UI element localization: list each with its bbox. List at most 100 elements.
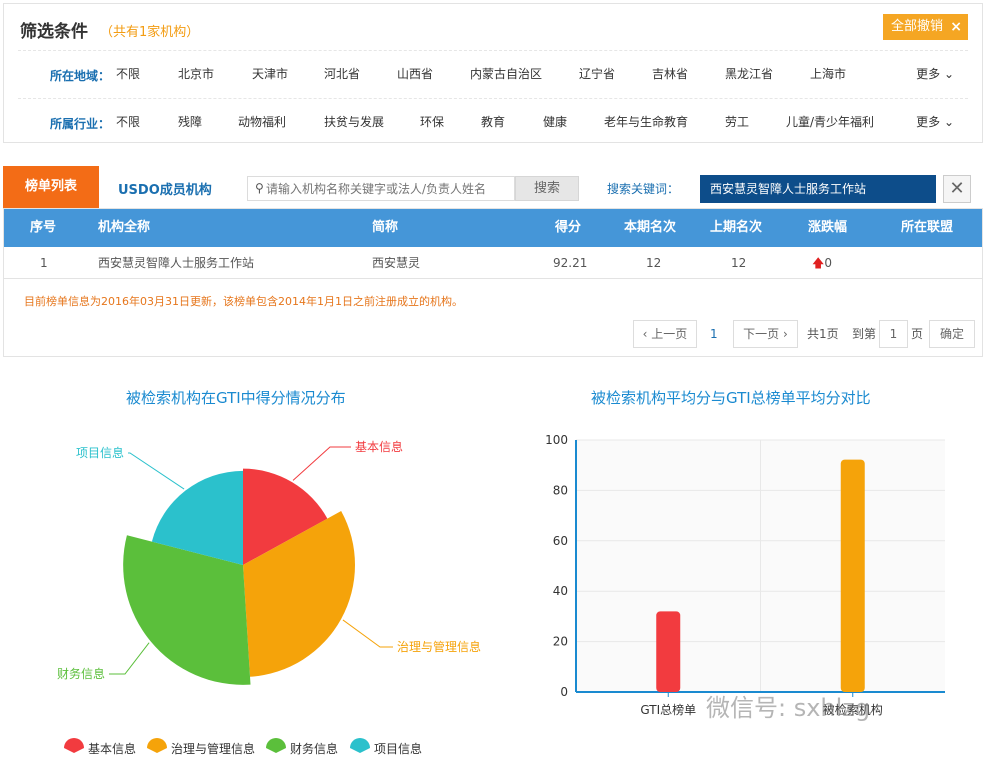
industry-option[interactable]: 动物福利 xyxy=(238,113,286,130)
col-header: 所在联盟 xyxy=(901,220,954,235)
y-tick-label: 0 xyxy=(560,685,568,699)
filter-count: （共有1家机构） xyxy=(100,25,200,40)
search-input[interactable] xyxy=(266,179,511,198)
industry-option[interactable]: 教育 xyxy=(481,113,505,130)
search-icon: ⚲ xyxy=(255,181,264,195)
chevron-left-icon: ‹ xyxy=(642,327,652,341)
pie-slice-label: 治理与管理信息 xyxy=(397,639,481,654)
cell-rank-prev: 12 xyxy=(731,256,747,270)
next-label: 下一页 xyxy=(743,327,780,341)
tab-ranking[interactable]: 榜单列表 xyxy=(3,166,99,208)
cell-score: 92.21 xyxy=(553,256,588,270)
chevron-right-icon: › xyxy=(779,327,788,341)
prev-page-button[interactable]: ‹ 上一页 xyxy=(633,320,697,348)
y-tick-label: 40 xyxy=(553,584,568,598)
arrow-up-icon: 🡅 xyxy=(812,256,825,270)
pie-label-line xyxy=(128,452,185,490)
legend-swatch[interactable] xyxy=(266,738,286,753)
region-option[interactable]: 河北省 xyxy=(324,65,360,82)
region-more[interactable]: 更多 ⌄ xyxy=(916,65,954,82)
region-option[interactable]: 山西省 xyxy=(397,65,433,82)
industry-label: 所属行业： xyxy=(50,117,111,131)
keyword-value: 西安慧灵智障人士服务工作站 xyxy=(700,175,936,203)
pie-slice-label: 财务信息 xyxy=(57,666,105,681)
region-option[interactable]: 不限 xyxy=(116,65,140,82)
industry-option[interactable]: 不限 xyxy=(116,113,140,130)
more-label: 更多 xyxy=(916,67,941,81)
industry-option[interactable]: 健康 xyxy=(543,113,567,130)
col-header: 机构全称 xyxy=(98,220,151,235)
region-option[interactable]: 黑龙江省 xyxy=(725,65,773,82)
prev-label: 上一页 xyxy=(651,327,688,341)
y-tick-label: 60 xyxy=(553,534,568,548)
search-button[interactable]: 搜索 xyxy=(515,176,579,201)
goto-suffix: 页 xyxy=(911,327,924,341)
legend-label[interactable]: 治理与管理信息 xyxy=(171,741,255,756)
cell-change: 🡅0 xyxy=(812,247,832,279)
region-option[interactable]: 上海市 xyxy=(810,65,846,82)
change-value: 0 xyxy=(824,256,832,270)
tab-members[interactable]: USDO成员机构 xyxy=(118,179,212,198)
col-header: 简称 xyxy=(372,220,399,235)
current-page[interactable]: 1 xyxy=(710,320,718,348)
pie-label-line xyxy=(109,642,150,675)
chevron-down-icon: ⌄ xyxy=(940,67,954,81)
pie-chart: 基本信息治理与管理信息财务信息项目信息基本信息 治理与管理信息 财务信息 项目信息 xyxy=(57,439,481,756)
industry-option[interactable]: 环保 xyxy=(420,113,444,130)
search-box: ⚲ xyxy=(247,176,515,201)
pie-label-line xyxy=(342,619,393,648)
region-option[interactable]: 北京市 xyxy=(178,65,214,82)
legend-label[interactable]: 项目信息 xyxy=(374,741,422,756)
col-header: 序号 xyxy=(30,220,57,235)
cell-no: 1 xyxy=(40,256,48,270)
y-tick-label: 20 xyxy=(553,635,568,649)
chevron-down-icon: ⌄ xyxy=(940,115,954,129)
industry-option[interactable]: 儿童/青少年福利 xyxy=(786,113,874,130)
industry-option[interactable]: 劳工 xyxy=(725,113,749,130)
region-option[interactable]: 辽宁省 xyxy=(579,65,615,82)
legend-label[interactable]: 财务信息 xyxy=(290,741,338,756)
bar[interactable] xyxy=(840,459,865,692)
bar-chart-title: 被检索机构平均分与GTI总榜单平均分对比 xyxy=(591,389,871,407)
x-tick-label: GTI总榜单 xyxy=(640,702,696,717)
table-header: 序号 机构全称 简称 得分 本期名次 上期名次 涨跌幅 所在联盟 xyxy=(4,209,982,247)
tab-bar: 榜单列表 USDO成员机构 ⚲ 搜索 搜索关键词： 西安慧灵智障人士服务工作站 … xyxy=(3,166,983,208)
legend-swatch[interactable] xyxy=(64,738,84,753)
ranking-table: 序号 机构全称 简称 得分 本期名次 上期名次 涨跌幅 所在联盟 1 西安慧灵智… xyxy=(3,208,983,357)
confirm-button[interactable]: 确定 xyxy=(929,320,975,348)
industry-option[interactable]: 扶贫与发展 xyxy=(324,113,384,130)
more-label: 更多 xyxy=(916,115,941,129)
region-option[interactable]: 天津市 xyxy=(252,65,288,82)
region-option[interactable]: 吉林省 xyxy=(652,65,688,82)
goto-prefix: 到第 xyxy=(852,327,877,341)
y-tick-label: 80 xyxy=(553,483,568,497)
cell-full-name[interactable]: 西安慧灵智障人士服务工作站 xyxy=(98,247,254,279)
col-header: 得分 xyxy=(555,220,582,235)
legend-swatch[interactable] xyxy=(350,738,370,753)
close-icon[interactable]: ✕ xyxy=(943,175,971,203)
industry-option[interactable]: 残障 xyxy=(178,113,202,130)
legend-label[interactable]: 基本信息 xyxy=(88,741,136,756)
next-page-button[interactable]: 下一页 › xyxy=(733,320,798,348)
industry-filter-row: 所属行业： 不限 残障 动物福利 扶贫与发展 环保 教育 健康 老年与生命教育 … xyxy=(18,98,968,138)
filter-panel: 筛选条件 （共有1家机构） 全部撤销 × 所在地域： 不限 北京市 天津市 河北… xyxy=(3,3,983,143)
pie-slice-label: 基本信息 xyxy=(355,439,403,454)
industry-more[interactable]: 更多 ⌄ xyxy=(916,113,954,130)
clear-all-label: 全部撤销 xyxy=(891,19,944,34)
industry-option[interactable]: 老年与生命教育 xyxy=(604,113,688,130)
filter-title: 筛选条件 xyxy=(20,22,88,42)
table-row[interactable]: 1 西安慧灵智障人士服务工作站 西安慧灵 92.21 12 12 🡅0 xyxy=(4,247,982,279)
clear-all-button[interactable]: 全部撤销 × xyxy=(883,14,968,40)
update-note: 目前榜单信息为2016年03月31日更新，该榜单包含2014年1月1日之前注册成… xyxy=(24,295,463,308)
cell-short-name: 西安慧灵 xyxy=(372,256,421,270)
goto-page-input[interactable]: 1 xyxy=(879,320,908,348)
watermark: 微信号: sxhlzg xyxy=(706,694,871,722)
bar[interactable] xyxy=(656,611,681,692)
pie-label-line xyxy=(292,446,351,481)
y-tick-label: 100 xyxy=(545,433,568,447)
region-filter-row: 所在地域： 不限 北京市 天津市 河北省 山西省 内蒙古自治区 辽宁省 吉林省 … xyxy=(18,50,968,90)
pie-slice-label: 项目信息 xyxy=(76,445,124,460)
legend-swatch[interactable] xyxy=(147,738,167,753)
region-option[interactable]: 内蒙古自治区 xyxy=(470,65,542,82)
total-pages: 共1页 xyxy=(807,327,839,341)
